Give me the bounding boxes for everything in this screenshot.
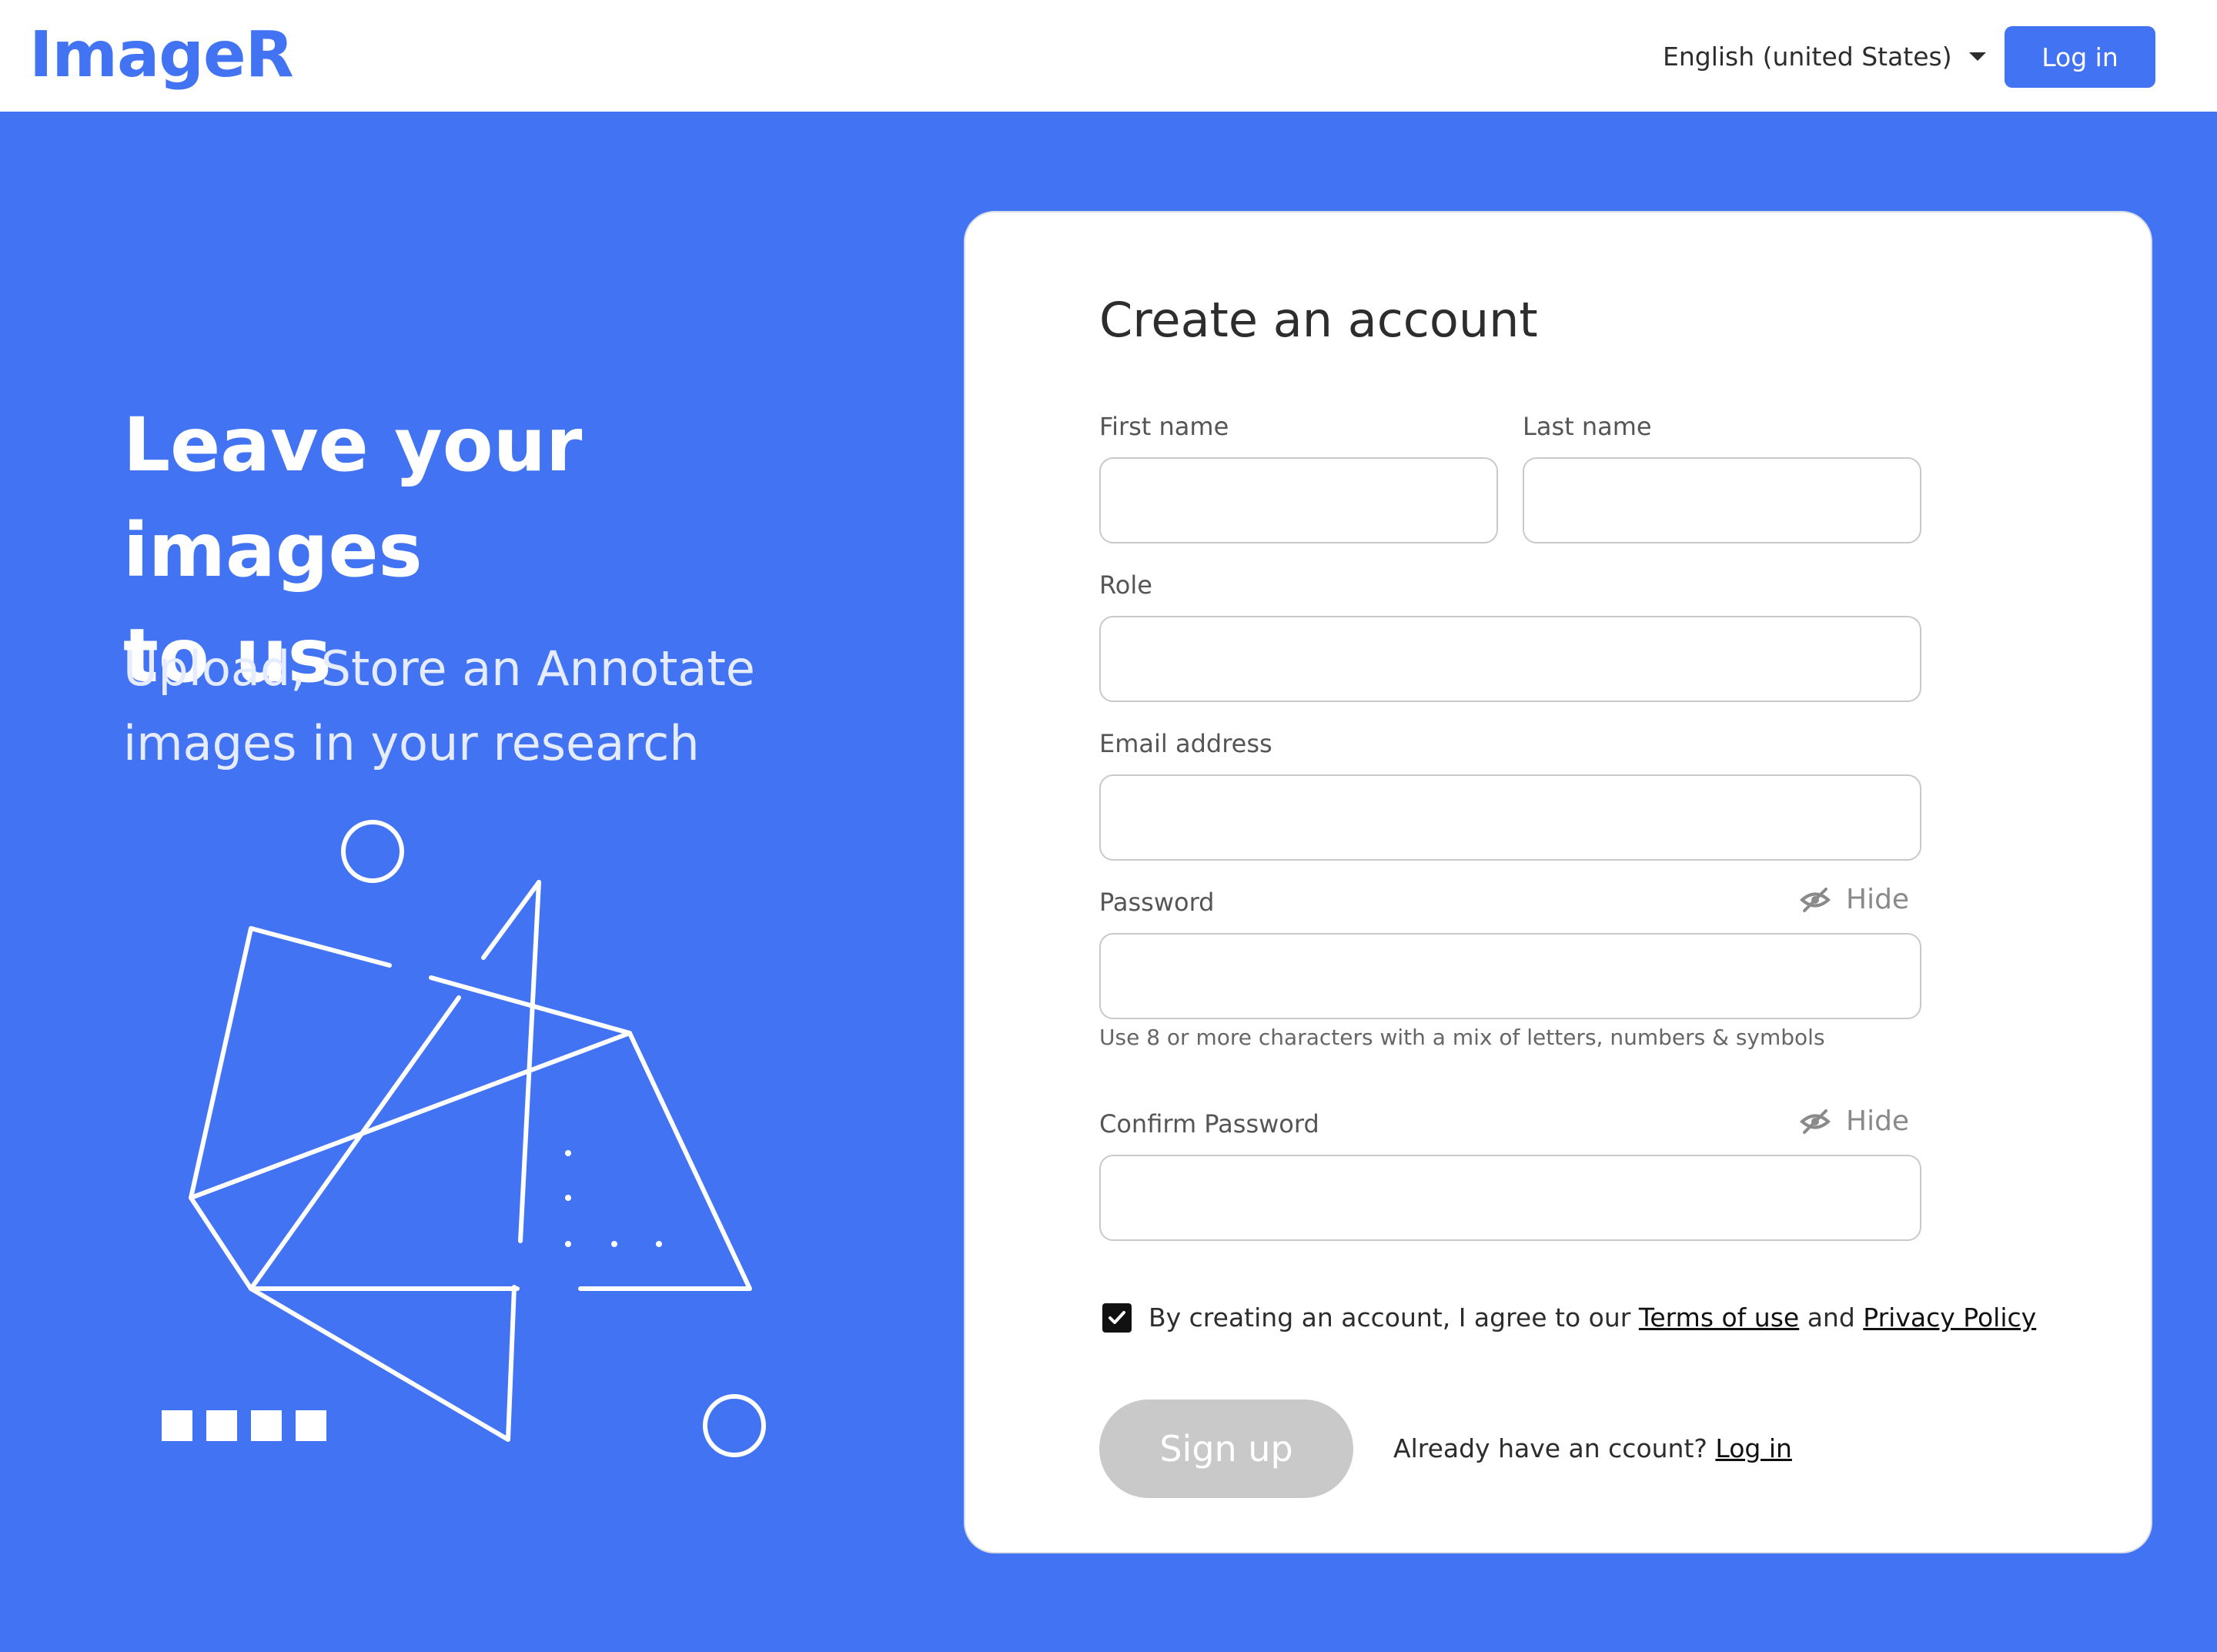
- dot: [611, 1241, 617, 1247]
- eye-slash-icon: [1800, 1109, 1831, 1134]
- square-shape: [251, 1410, 282, 1441]
- terms-agreement: By creating an account, I agree to our T…: [1102, 1303, 2036, 1333]
- confirm-password-input[interactable]: [1099, 1155, 1921, 1241]
- caret-down-icon: [1968, 52, 1986, 61]
- square-shape: [162, 1410, 192, 1441]
- hero-title-line1: Leave your images: [123, 402, 583, 594]
- line-shape: [249, 995, 461, 1291]
- password-hint: Use 8 or more characters with a mix of l…: [1099, 1025, 1825, 1050]
- line-shape: [481, 880, 541, 960]
- privacy-policy-link[interactable]: Privacy Policy: [1863, 1303, 2036, 1333]
- terms-of-use-link[interactable]: Terms of use: [1639, 1303, 1799, 1333]
- dot: [656, 1241, 662, 1247]
- form-title: Create an account: [1099, 292, 1538, 348]
- geometric-illustration: [162, 820, 766, 1457]
- outline-shape: [578, 1031, 752, 1291]
- square-shape: [296, 1410, 326, 1441]
- confirm-password-label: Confirm Password: [1099, 1109, 1319, 1139]
- already-text: Already have an ccount?: [1393, 1433, 1716, 1463]
- header-login-button[interactable]: Log in: [2005, 26, 2155, 88]
- terms-checkbox[interactable]: [1102, 1303, 1132, 1333]
- last-name-label: Last name: [1523, 412, 1652, 441]
- outline-shape: [249, 1285, 517, 1442]
- password-hide-label: Hide: [1846, 884, 1910, 915]
- checkmark-icon: [1108, 1310, 1125, 1324]
- dot: [565, 1195, 571, 1201]
- already-have-account: Already have an ccount? Log in: [1393, 1432, 1792, 1466]
- card-login-link[interactable]: Log in: [1715, 1433, 1792, 1463]
- eye-slash-icon: [1800, 887, 1831, 912]
- first-name-input[interactable]: [1099, 457, 1498, 543]
- language-selector[interactable]: English (united States): [1663, 37, 1986, 75]
- signup-card: Create an account First name Last name R…: [964, 211, 2152, 1553]
- hero-subtitle-line2: images in your research: [123, 715, 700, 771]
- logo[interactable]: ImageR: [29, 17, 294, 94]
- password-hide-toggle[interactable]: Hide: [1800, 884, 1909, 915]
- confirm-password-hide-toggle[interactable]: Hide: [1800, 1105, 1909, 1137]
- password-label: Password: [1099, 888, 1215, 917]
- email-input[interactable]: [1099, 774, 1921, 861]
- circle-shape: [341, 820, 404, 883]
- terms-prefix: By creating an account, I agree to our: [1149, 1303, 1639, 1333]
- confirm-password-hide-label: Hide: [1846, 1105, 1910, 1137]
- line-shape: [518, 880, 541, 1243]
- hero-subtitle: Upload, Store an Annotate images in your…: [123, 631, 893, 781]
- terms-and: and: [1799, 1303, 1864, 1333]
- dot: [565, 1150, 571, 1156]
- language-label: English (united States): [1663, 41, 1952, 72]
- role-label: Role: [1099, 570, 1152, 600]
- password-input[interactable]: [1099, 933, 1921, 1019]
- circle-shape: [703, 1394, 766, 1457]
- first-name-label: First name: [1099, 412, 1229, 441]
- outline-shape: [189, 926, 520, 1291]
- signup-button[interactable]: Sign up: [1099, 1400, 1353, 1498]
- line-shape: [189, 1031, 632, 1200]
- email-label: Email address: [1099, 729, 1272, 758]
- top-bar: ImageR English (united States) Log in: [0, 0, 2217, 112]
- hero-subtitle-line1: Upload, Store an Annotate: [123, 640, 755, 697]
- square-shape: [206, 1410, 237, 1441]
- last-name-input[interactable]: [1523, 457, 1921, 543]
- dot: [565, 1241, 571, 1247]
- role-input[interactable]: [1099, 616, 1921, 702]
